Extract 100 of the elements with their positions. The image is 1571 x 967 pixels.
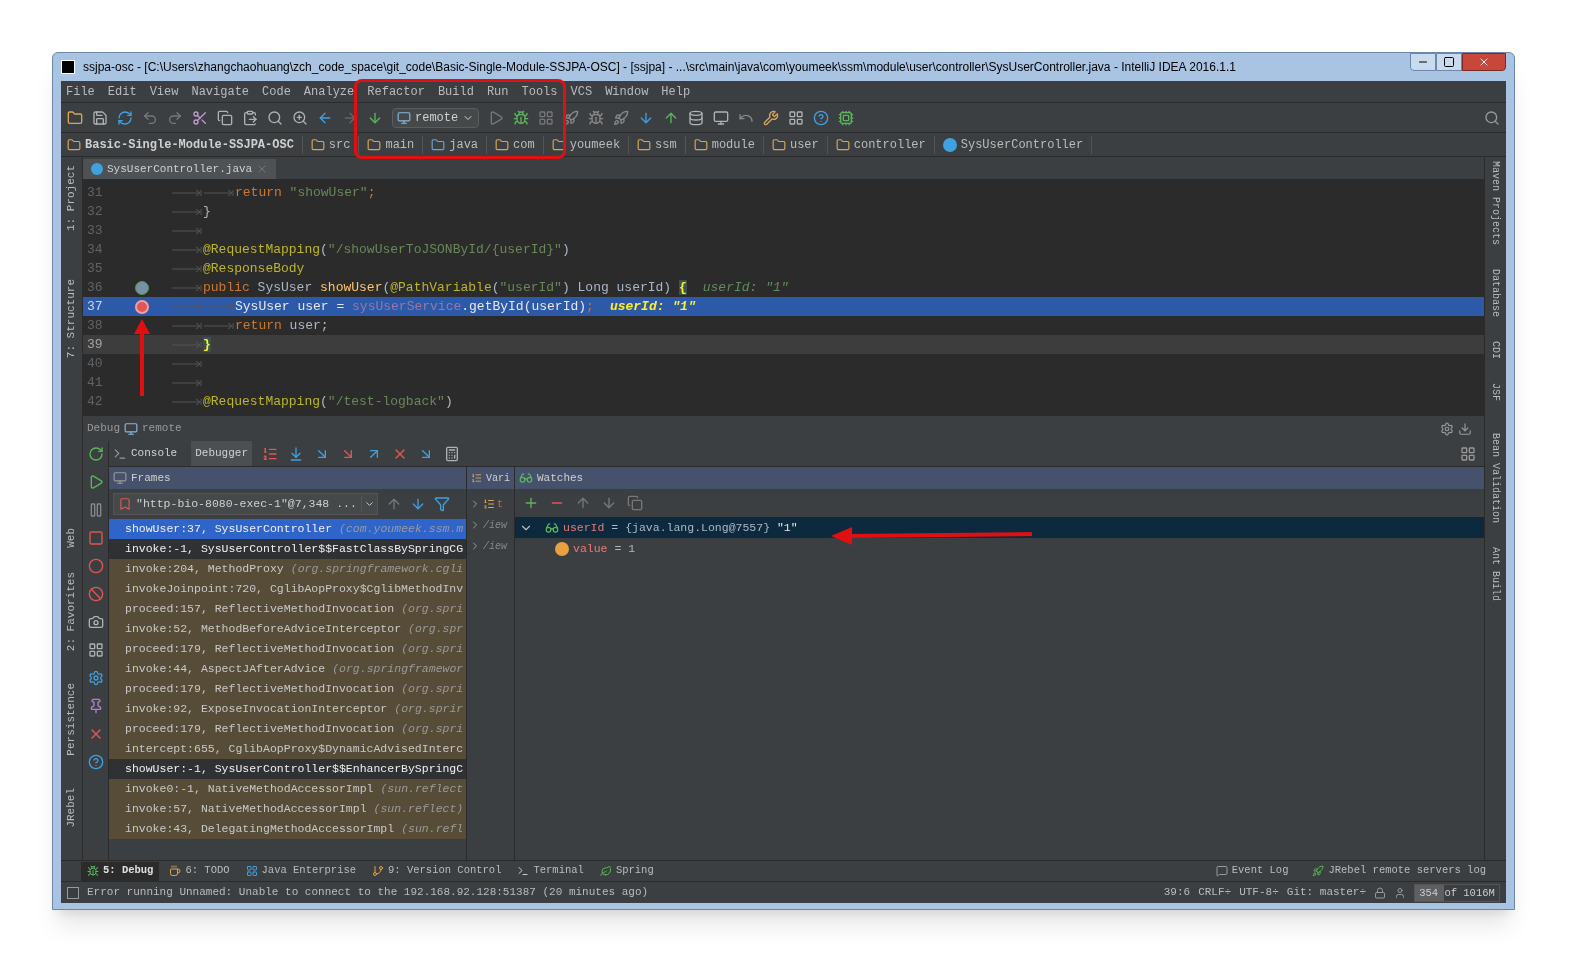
breadcrumb-item[interactable]: com: [513, 135, 535, 154]
menu-item[interactable]: Analyze: [303, 82, 355, 101]
stack-frame-row[interactable]: invoke:43, DelegatingMethodAccessorImpl (sun.refl: [109, 819, 466, 839]
menu-item[interactable]: Build: [437, 82, 474, 101]
breadcrumb-item[interactable]: SysUserController: [960, 135, 1084, 154]
tool-window-tab[interactable]: Bean Validation: [1488, 433, 1503, 524]
tool-window-tab[interactable]: Database: [1488, 269, 1503, 318]
debug-icon[interactable]: [513, 109, 530, 126]
camera-icon[interactable]: [87, 614, 104, 630]
breadcrumb-item[interactable]: Basic-Single-Module-SSJPA-OSC: [85, 135, 294, 154]
breadcrumb-item[interactable]: ssm: [655, 135, 677, 154]
save-icon[interactable]: [92, 109, 108, 126]
rerun-icon[interactable]: [87, 446, 104, 462]
breakpoints-icon[interactable]: [87, 558, 104, 574]
stack-frame-row[interactable]: invoke:44, AspectJAfterAdvice (org.springframewor: [109, 659, 466, 679]
tool-window-button[interactable]: 6: TODO: [163, 861, 236, 881]
tool-window-button[interactable]: Spring: [593, 861, 660, 881]
caret-position[interactable]: 39:6: [1163, 884, 1191, 901]
menu-item[interactable]: View: [149, 82, 179, 101]
bug-icon[interactable]: [588, 109, 605, 126]
memory-indicator[interactable]: 354 of 1016M: [1414, 883, 1500, 902]
run-configuration-dropdown[interactable]: remote: [392, 107, 480, 128]
stack-frame-row[interactable]: showUser:-1, SysUserController$$EnhancerBySpringC: [109, 759, 466, 779]
breakpoint-icon[interactable]: [135, 299, 149, 314]
copy-icon[interactable]: [627, 495, 643, 511]
minimize-button[interactable]: [1410, 53, 1436, 71]
menu-item[interactable]: Run: [486, 82, 509, 101]
move-up-icon[interactable]: [575, 495, 591, 511]
breadcrumb-item[interactable]: controller: [853, 135, 926, 154]
menu-item[interactable]: Edit: [107, 82, 137, 101]
tool-window-tab[interactable]: Persistence: [63, 683, 80, 756]
line-separator[interactable]: CRLF÷: [1198, 884, 1232, 901]
debug-tab[interactable]: Debugger: [191, 441, 253, 466]
chip-icon[interactable]: [838, 109, 855, 126]
breadcrumb-item[interactable]: main: [385, 135, 415, 154]
copy-icon[interactable]: [217, 109, 233, 126]
stack-frame-row[interactable]: invoke:-1, SysUserController$$FastClassBySpringCG: [109, 539, 466, 559]
cut-icon[interactable]: [192, 109, 208, 126]
menu-item[interactable]: VCS: [570, 82, 593, 101]
breadcrumb-item[interactable]: java: [449, 135, 479, 154]
tool-window-tab[interactable]: 2: Favorites: [63, 572, 80, 652]
open-folder-icon[interactable]: [67, 109, 83, 126]
paste-icon[interactable]: [242, 109, 258, 126]
breadcrumb-item[interactable]: module: [711, 135, 755, 154]
tool-window-button[interactable]: Java Enterprise: [239, 861, 363, 881]
menu-item[interactable]: File: [66, 82, 95, 101]
vcs-branch[interactable]: Git: master÷: [1286, 884, 1366, 901]
mute-breakpoints-icon[interactable]: [87, 586, 104, 602]
move-down-icon[interactable]: [601, 495, 617, 511]
tool-window-button[interactable]: Terminal: [511, 861, 590, 881]
watch-row[interactable]: userId = {java.lang.Long@7557} "1": [515, 517, 1484, 538]
breadcrumb-item[interactable]: src: [328, 135, 351, 154]
tool-window-tab[interactable]: 7: Structure: [63, 279, 80, 359]
stack-frame-row[interactable]: proceed:179, ReflectiveMethodInvocation (org.spri: [109, 639, 466, 659]
stack-frame-row[interactable]: invoke:57, NativeMethodAccessorImpl (sun.reflect): [109, 799, 466, 819]
redo-icon[interactable]: [167, 109, 183, 126]
tool-window-tab[interactable]: Ant Build: [1488, 547, 1503, 602]
stack-frame-row[interactable]: proceed:179, ReflectiveMethodInvocation (org.spri: [109, 719, 466, 739]
editor-tab[interactable]: SysUserController.java: [83, 159, 277, 179]
tool-window-tab[interactable]: JSF: [1488, 383, 1503, 402]
tool-window-button[interactable]: Event Log: [1231, 863, 1289, 879]
settings-icon[interactable]: [1440, 421, 1454, 436]
tool-window-tab[interactable]: JRebel: [63, 787, 80, 828]
stack-frame-row[interactable]: invoke0:-1, NativeMethodAccessorImpl (sun.reflect: [109, 779, 466, 799]
menu-item[interactable]: Refactor: [367, 82, 425, 101]
run-icon[interactable]: [488, 109, 505, 126]
thread-dropdown[interactable]: "http-bio-8080-exec-1"@7,348 ...: [113, 493, 378, 515]
add-icon[interactable]: [523, 495, 539, 511]
tool-window-button[interactable]: 5: Debug: [81, 861, 160, 881]
tool-window-tab[interactable]: Maven Projects: [1488, 161, 1503, 245]
settings-icon[interactable]: [763, 109, 780, 126]
help-icon[interactable]: [813, 109, 830, 126]
stack-frame-row[interactable]: invoke:204, MethodProxy (org.springframework.cgli: [109, 559, 466, 579]
lock-icon[interactable]: [1374, 886, 1386, 899]
menu-item[interactable]: Window: [605, 82, 649, 101]
breadcrumb-item[interactable]: user: [789, 135, 819, 154]
tool-window-tab[interactable]: 1: Project: [63, 165, 80, 231]
menu-item[interactable]: Tools: [521, 82, 558, 101]
rocket-icon[interactable]: [563, 109, 580, 126]
search-icon[interactable]: [1484, 109, 1500, 126]
maximize-button[interactable]: [1436, 53, 1462, 71]
watch-child-row[interactable]: value = 1: [515, 538, 1484, 559]
undo-icon[interactable]: [142, 109, 158, 126]
stack-frame-row[interactable]: showUser:37, SysUserController (com.youmeek.ssm.m: [109, 519, 466, 539]
tool-window-button[interactable]: JRebel remote servers log: [1328, 863, 1486, 879]
tool-window-tab[interactable]: Web: [63, 528, 80, 549]
debug-tab[interactable]: Console: [109, 441, 182, 466]
menu-item[interactable]: Navigate: [191, 82, 250, 101]
layout-icon[interactable]: [87, 642, 104, 658]
search-icon[interactable]: [267, 109, 283, 126]
menu-item[interactable]: Code: [262, 82, 291, 101]
tool-window-tab[interactable]: CDI: [1488, 341, 1503, 360]
stack-frame-row[interactable]: proceed:157, ReflectiveMethodInvocation (org.spri: [109, 599, 466, 619]
filter-icon[interactable]: [433, 496, 450, 512]
tool-window-button[interactable]: 9: Version Control: [366, 861, 508, 881]
stop-icon[interactable]: [87, 530, 104, 546]
stack-frame-row[interactable]: proceed:179, ReflectiveMethodInvocation (org.spri: [109, 679, 466, 699]
stack-frame-row[interactable]: invoke:52, MethodBeforeAdviceInterceptor (org.spr: [109, 619, 466, 639]
file-encoding[interactable]: UTF-8÷: [1239, 884, 1279, 901]
menu-item[interactable]: Help: [661, 82, 691, 101]
